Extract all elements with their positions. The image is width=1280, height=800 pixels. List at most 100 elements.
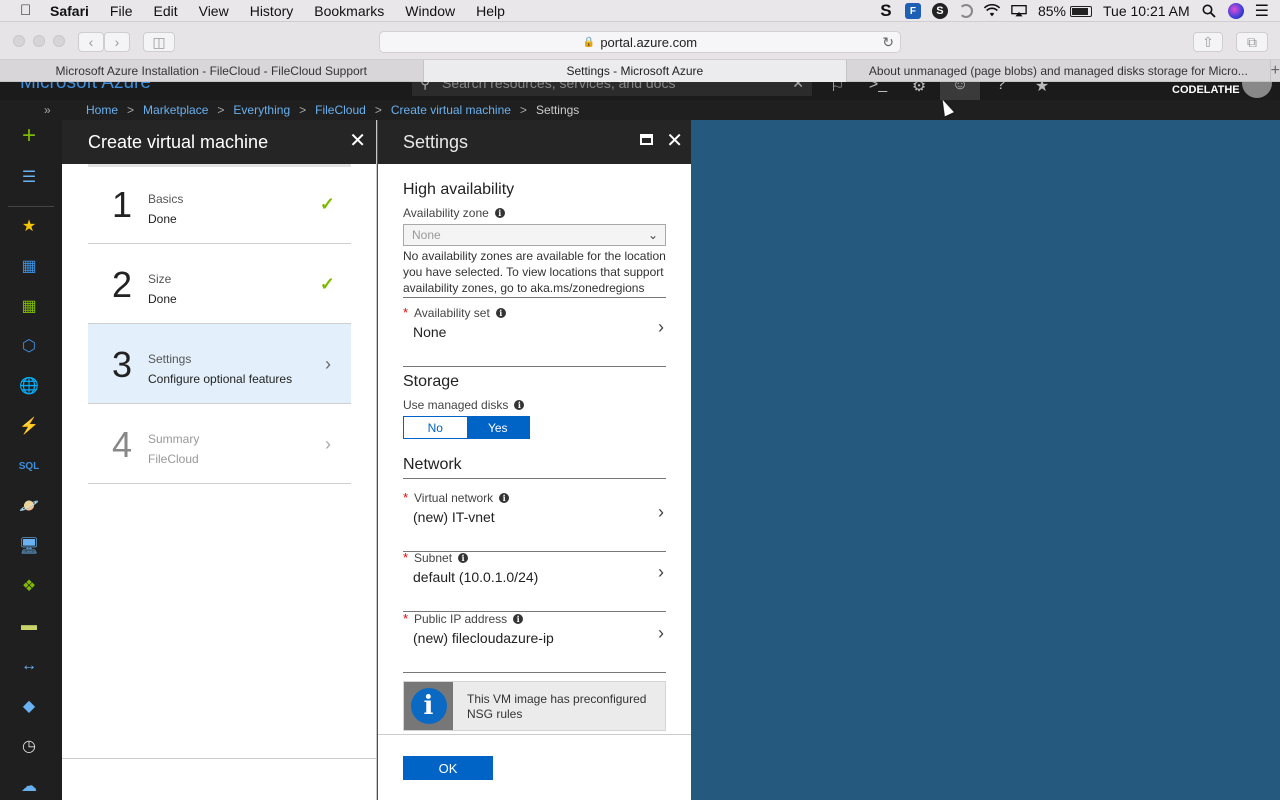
subnet-picker[interactable]: * Subnet i default (10.0.1.0/24) › xyxy=(403,550,666,612)
menu-file[interactable]: File xyxy=(110,3,133,19)
expand-menu-icon[interactable]: » xyxy=(44,103,51,117)
step-size[interactable]: 2 Size Done ✓ xyxy=(88,244,351,324)
info-icon[interactable]: i xyxy=(513,614,524,624)
advisor-icon[interactable]: ☁ xyxy=(19,776,39,796)
s-app-icon[interactable]: S xyxy=(878,1,894,20)
menu-safari[interactable]: Safari xyxy=(50,3,89,19)
breadcrumb-home[interactable]: Home xyxy=(86,103,118,117)
new-tab-button[interactable]: + xyxy=(1271,60,1280,81)
virtual-network-picker[interactable]: * Virtual network i (new) IT-vnet › xyxy=(403,490,666,552)
sidebar-toggle-icon[interactable]: ◫ xyxy=(143,32,175,52)
menu-window[interactable]: Window xyxy=(405,3,455,19)
address-bar[interactable]: 🔒 portal.azure.com ↻ xyxy=(379,31,901,53)
availability-zone-dropdown[interactable]: None ⌄ xyxy=(403,224,666,246)
info-icon[interactable]: i xyxy=(514,400,525,410)
close-icon[interactable]: ✕ xyxy=(666,128,683,153)
search-placeholder: Search resources, services, and docs xyxy=(442,82,676,91)
public-ip-picker[interactable]: * Public IP address i (new) filecloudazu… xyxy=(403,611,666,673)
managed-disks-no-option[interactable]: No xyxy=(404,417,467,438)
notification-center-icon[interactable]: ☰ xyxy=(1255,1,1269,21)
tab-settings-azure[interactable]: Settings - Microsoft Azure xyxy=(423,60,848,82)
forward-button[interactable]: › xyxy=(104,32,130,52)
breadcrumb-create-vm[interactable]: Create virtual machine xyxy=(391,103,511,117)
required-marker: * xyxy=(403,611,409,626)
tab-managed-disks[interactable]: About unmanaged (page blobs) and managed… xyxy=(847,60,1271,82)
virtual-machines-icon[interactable]: 🖥 xyxy=(19,536,39,556)
siri-icon[interactable] xyxy=(1227,3,1244,19)
step-status: Done xyxy=(148,292,177,306)
close-window-button[interactable] xyxy=(13,35,25,47)
dashboard-icon[interactable]: ▦ xyxy=(19,256,39,276)
info-icon[interactable]: i xyxy=(494,208,505,218)
back-button[interactable]: ‹ xyxy=(78,32,104,52)
virtual-networks-icon[interactable]: ↔ xyxy=(19,656,39,676)
create-resource-icon[interactable]: + xyxy=(19,122,39,149)
info-icon[interactable]: i xyxy=(495,308,506,318)
all-services-icon[interactable]: ☰ xyxy=(19,167,39,187)
battery-indicator[interactable]: 85% xyxy=(1038,3,1092,19)
info-icon[interactable]: i xyxy=(458,553,469,563)
reload-icon[interactable]: ↻ xyxy=(882,34,894,51)
cloud-shell-icon[interactable]: >_ xyxy=(858,82,898,100)
step-summary[interactable]: 4 Summary FileCloud › xyxy=(88,404,351,484)
menu-help[interactable]: Help xyxy=(476,3,505,19)
app-services-icon[interactable]: 🌐 xyxy=(19,376,39,396)
ok-button[interactable]: OK xyxy=(403,756,493,780)
virtual-network-label: Virtual network i xyxy=(414,491,510,505)
breadcrumb-marketplace[interactable]: Marketplace xyxy=(143,103,208,117)
blade-footer-divider xyxy=(62,758,377,759)
all-resources-icon[interactable]: ▦ xyxy=(19,296,39,316)
menu-history[interactable]: History xyxy=(250,3,294,19)
avatar[interactable] xyxy=(1242,82,1272,98)
user-name[interactable]: CODELATHE xyxy=(1172,84,1240,96)
function-apps-icon[interactable]: ⚡ xyxy=(19,416,39,436)
menu-view[interactable]: View xyxy=(199,3,229,19)
directory-icon[interactable]: ★ xyxy=(1022,82,1062,100)
availability-zone-label: Availability zone i xyxy=(403,206,505,220)
tab-filecloud-support[interactable]: Microsoft Azure Installation - FileCloud… xyxy=(0,60,424,82)
load-balancers-icon[interactable]: ❖ xyxy=(19,576,39,596)
managed-disks-yes-option[interactable]: Yes xyxy=(466,417,529,438)
breadcrumb-filecloud[interactable]: FileCloud xyxy=(315,103,366,117)
maximize-icon[interactable] xyxy=(640,134,653,145)
step-basics[interactable]: 1 Basics Done ✓ xyxy=(88,164,351,244)
azure-brand[interactable]: Microsoft Azure xyxy=(20,82,151,94)
favorites-star-icon[interactable]: ★ xyxy=(19,216,39,236)
share-icon[interactable]: ⇧ xyxy=(1193,32,1223,52)
monitor-icon[interactable]: ◷ xyxy=(19,736,39,756)
availability-set-label: Availability set i xyxy=(414,306,506,320)
breadcrumb-everything[interactable]: Everything xyxy=(233,103,290,117)
notifications-icon[interactable]: ⚐ xyxy=(817,82,857,100)
settings-gear-icon[interactable]: ⚙ xyxy=(899,82,939,100)
zoom-window-button[interactable] xyxy=(53,35,65,47)
close-icon[interactable]: ✕ xyxy=(349,128,366,153)
clock[interactable]: Tue 10:21 AM xyxy=(1103,3,1190,19)
step-number: 2 xyxy=(112,264,133,305)
azure-search-input[interactable]: ⚲ Search resources, services, and docs ✕ xyxy=(412,82,812,96)
apple-menu-icon[interactable]:  xyxy=(20,2,38,19)
storage-accounts-icon[interactable]: ▬ xyxy=(19,616,39,636)
resource-groups-icon[interactable]: ⬡ xyxy=(19,336,39,356)
availability-set-picker[interactable]: * Availability set i None › xyxy=(403,305,666,367)
blade-title: Create virtual machine xyxy=(88,131,269,152)
public-ip-value: (new) filecloudazure-ip xyxy=(413,630,554,646)
airplay-icon[interactable] xyxy=(1011,3,1027,19)
dropdown-value: None xyxy=(412,228,441,242)
help-icon[interactable]: ? xyxy=(981,82,1021,100)
clear-search-icon[interactable]: ✕ xyxy=(792,82,804,96)
menu-bookmarks[interactable]: Bookmarks xyxy=(314,3,384,19)
minimize-window-button[interactable] xyxy=(33,35,45,47)
cosmos-db-icon[interactable]: 🪐 xyxy=(19,496,39,516)
menu-edit[interactable]: Edit xyxy=(153,3,177,19)
skype-icon[interactable]: S xyxy=(931,3,948,19)
sql-databases-icon[interactable]: SQL xyxy=(19,456,40,476)
dictionary-app-icon[interactable]: F xyxy=(904,3,921,19)
step-settings[interactable]: 3 Settings Configure optional features › xyxy=(88,324,351,404)
info-icon[interactable]: i xyxy=(499,493,510,503)
required-marker: * xyxy=(403,490,409,505)
azure-ad-icon[interactable]: ◆ xyxy=(19,696,39,716)
tab-overview-icon[interactable]: ⧉ xyxy=(1236,32,1268,52)
sync-spinner-icon[interactable] xyxy=(958,4,973,18)
spotlight-search-icon[interactable] xyxy=(1201,3,1217,19)
wifi-icon[interactable] xyxy=(983,3,1000,19)
